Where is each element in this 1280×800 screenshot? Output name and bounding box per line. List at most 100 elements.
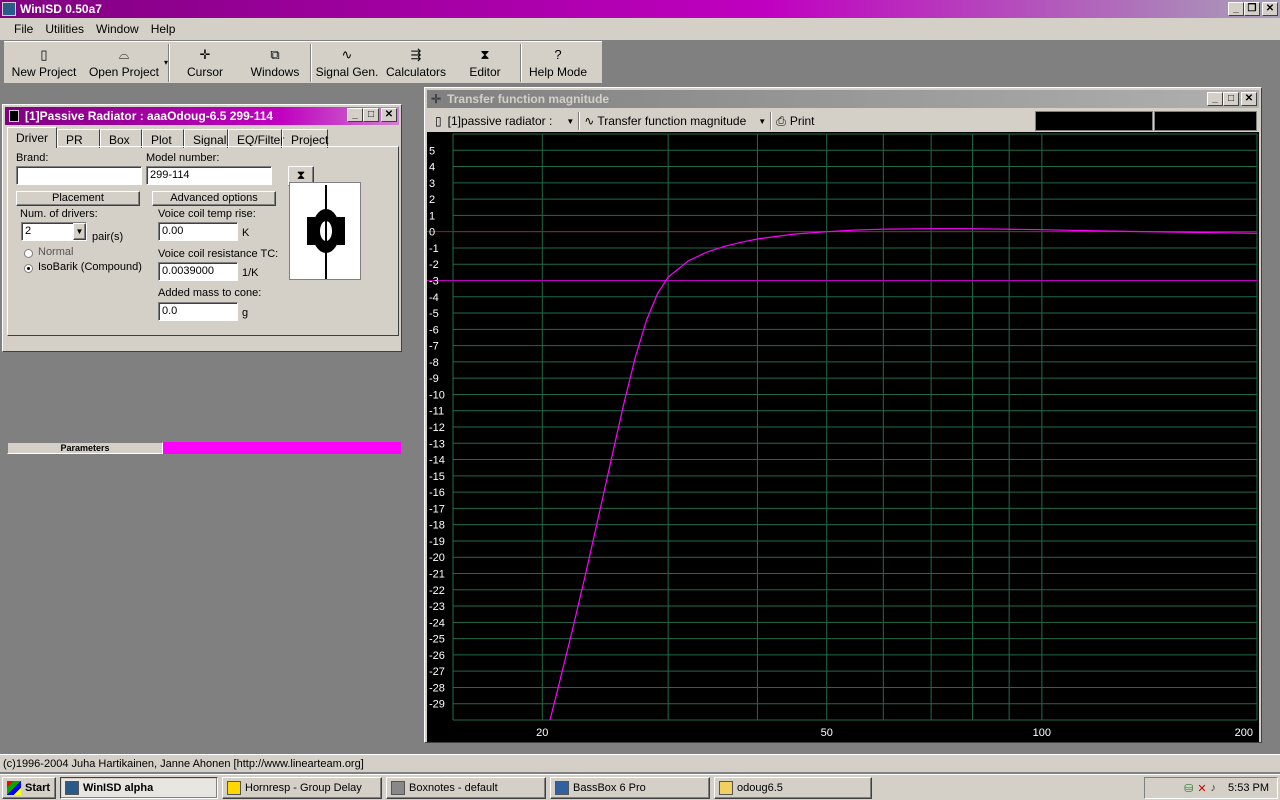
app-title-bar: WinISD 0.50a7 _ ❐ ✕ [0, 0, 1280, 18]
chevron-down-icon[interactable]: ▼ [566, 117, 574, 126]
help-mode-button[interactable]: ? Help Mode [522, 42, 594, 82]
pr-minimize-button[interactable]: _ [347, 108, 363, 122]
menu-window[interactable]: Window [90, 20, 145, 38]
y-tick-label: -8 [429, 357, 439, 369]
radio-isobarik[interactable] [24, 264, 33, 273]
menu-utilities[interactable]: Utilities [39, 20, 90, 38]
calculators-button[interactable]: ⇶ Calculators [382, 42, 450, 82]
plot-area[interactable]: 5 4 3 2 1 0 -1 -2 -3 -4 -5 -6 -7 -8 -9 -10 -11 -12 -13 -14 -… [427, 132, 1259, 742]
winisd-icon [65, 780, 79, 795]
chevron-down-icon[interactable]: ▼ [73, 223, 86, 240]
start-button[interactable]: Start [2, 776, 56, 799]
vc-temp-field[interactable]: 0.00 [158, 222, 238, 241]
pr-tabs: Driver PR Box Plot Signal EQ/Filter Proj… [7, 127, 401, 148]
volume-icon[interactable]: ♪ [1211, 782, 1217, 794]
open-project-button[interactable]: ⌓ Open Project [84, 42, 164, 82]
passive-radiator-window: [1]Passive Radiator : aaaOdoug-6.5 299-1… [2, 104, 402, 454]
pr-window-title-bar[interactable]: [1]Passive Radiator : aaaOdoug-6.5 299-1… [5, 107, 399, 125]
y-tick-label: -29 [429, 699, 445, 711]
printer-icon: ⎙ [776, 113, 786, 128]
y-tick-label: 4 [429, 162, 435, 174]
chevron-down-icon[interactable]: ▼ [758, 117, 766, 126]
transfer-function-chart: 5 4 3 2 1 0 -1 -2 -3 -4 -5 -6 -7 -8 -9 -10 -11 -12 -13 -14 -… [427, 133, 1258, 739]
system-tray: ⛁ ✕ ♪ 5:53 PM [1144, 777, 1278, 799]
cursor-button[interactable]: ✛ Cursor [170, 42, 240, 82]
y-tick-label: -28 [429, 682, 445, 694]
close-button[interactable]: ✕ [1262, 2, 1278, 16]
y-tick-label: -14 [429, 455, 445, 467]
app-title: WinISD 0.50a7 [20, 2, 102, 16]
num-drivers-combo[interactable]: 2 ▼ [21, 222, 87, 241]
hornresp-icon [227, 780, 241, 795]
placement-button[interactable]: Placement [16, 191, 140, 206]
taskbar-item-winisd[interactable]: WinISD alpha [60, 776, 218, 799]
brand-label: Brand: [16, 152, 49, 164]
windows-button[interactable]: ⧉ Windows [240, 42, 310, 82]
bassbox-icon [555, 780, 569, 795]
taskbar-item-folder[interactable]: odoug6.5 [714, 776, 872, 799]
status-line: (c)1996-2004 Juha Hartikainen, Janne Aho… [0, 754, 1280, 772]
menu-help[interactable]: Help [145, 20, 182, 38]
isobarik-driver-icon [307, 185, 345, 279]
graph-maximize-button[interactable]: □ [1223, 92, 1239, 106]
tab-driver[interactable]: Driver [7, 127, 57, 148]
y-tick-label: -2 [429, 259, 439, 271]
winisd-app-icon[interactable] [2, 2, 16, 16]
y-tick-label: -23 [429, 601, 445, 613]
sine-wave-icon: ∿ [584, 114, 595, 128]
pr-close-button[interactable]: ✕ [381, 108, 397, 122]
y-tick-label: -5 [429, 308, 439, 320]
boxnotes-icon [391, 780, 405, 795]
pr-maximize-button[interactable]: □ [363, 108, 379, 122]
added-mass-field[interactable]: 0.0 [158, 302, 238, 321]
radio-isobarik-label: IsoBarik (Compound) [38, 261, 142, 273]
calculator-icon: ⇶ [410, 47, 422, 62]
new-project-button[interactable]: ▯ New Project [4, 42, 84, 82]
network-disconnected-icon[interactable]: ✕ [1197, 782, 1206, 795]
network-icon[interactable]: ⛁ [1184, 782, 1193, 795]
toolbar-separator [578, 112, 581, 130]
y-tick-label: -16 [429, 487, 445, 499]
vc-temp-label: Voice coil temp rise: [158, 208, 256, 220]
pr-window-title: [1]Passive Radiator : aaaOdoug-6.5 299-1… [25, 109, 274, 123]
x-tick-label: 200 [1235, 727, 1253, 739]
windows-icon: ⧉ [270, 47, 280, 62]
minimize-button[interactable]: _ [1228, 2, 1244, 16]
editor-icon: ⧗ [296, 168, 306, 182]
graph-minimize-button[interactable]: _ [1207, 92, 1223, 106]
num-drivers-label: Num. of drivers: [20, 208, 98, 220]
new-project-icon: ▯ [40, 47, 48, 62]
editor-button[interactable]: ⧗ Editor [450, 42, 520, 82]
advanced-options-button[interactable]: Advanced options [152, 191, 276, 206]
x-tick-label: 100 [1033, 727, 1051, 739]
graph-window-title-bar[interactable]: ✛ Transfer function magnitude _ □ ✕ [427, 90, 1259, 108]
model-number-field[interactable]: 299-114 [146, 166, 272, 185]
folder-icon [719, 780, 733, 795]
y-tick-label: 1 [429, 210, 435, 222]
restore-button[interactable]: ❐ [1244, 2, 1260, 16]
signal-gen-button[interactable]: ∿ Signal Gen. [312, 42, 382, 82]
graph-close-button[interactable]: ✕ [1241, 92, 1257, 106]
graph-type-select[interactable]: Transfer function magnitude [597, 114, 746, 128]
radio-normal[interactable] [24, 249, 33, 258]
brand-field[interactable] [16, 166, 142, 185]
radio-normal-label: Normal [38, 246, 74, 258]
taskbar-item-hornresp[interactable]: Hornresp - Group Delay [222, 776, 382, 799]
parameters-status-strip: Parameters [7, 442, 401, 454]
parameters-label: Parameters [7, 442, 163, 454]
print-button[interactable]: Print [790, 114, 815, 128]
y-tick-label: -21 [429, 569, 445, 581]
y-tick-label: -22 [429, 585, 445, 597]
taskbar-item-boxnotes[interactable]: Boxnotes - default [386, 776, 546, 799]
y-tick-label: -27 [429, 666, 445, 678]
y-tick-label: -7 [429, 341, 439, 353]
menu-file[interactable]: File [8, 20, 39, 38]
project-select[interactable]: [1]passive radiator : [448, 114, 553, 128]
taskbar-item-bassbox[interactable]: BassBox 6 Pro [550, 776, 710, 799]
y-tick-label: 2 [429, 194, 435, 206]
vc-res-field[interactable]: 0.0039000 [158, 262, 238, 281]
graph-window-title: Transfer function magnitude [447, 92, 610, 106]
y-tick-label: -1 [429, 243, 439, 255]
clock[interactable]: 5:53 PM [1228, 782, 1269, 794]
transfer-function-window: ✛ Transfer function magnitude _ □ ✕ ▯ [1… [424, 87, 1262, 743]
